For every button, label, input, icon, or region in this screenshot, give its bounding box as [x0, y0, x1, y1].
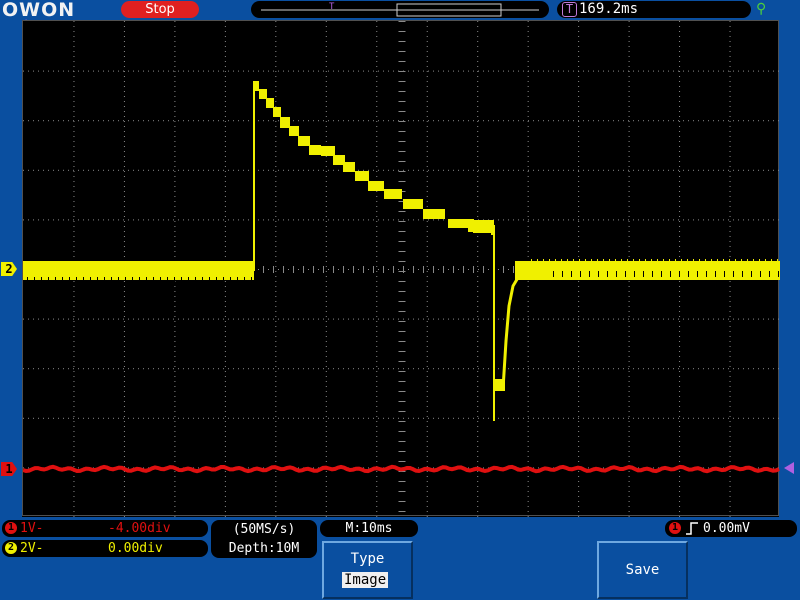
save-softkey-label: Save: [625, 562, 660, 578]
trigger-level-value: 0.00mV: [703, 521, 750, 536]
sample-rate: (50MS/s): [232, 522, 296, 537]
ch2-badge: 2: [5, 542, 17, 554]
ch2-trace-step: [266, 98, 274, 108]
memory-depth: Depth:10M: [228, 541, 300, 556]
ch2-trace-falling-edge: [493, 226, 495, 421]
top-status-bar: OWON Stop T T 169.2ms ⚲: [0, 0, 800, 21]
bottom-panel: 1 1V- -4.00div 2 2V- 0.00div (50MS/s) De…: [0, 517, 800, 600]
ch2-trace-step: [259, 89, 267, 99]
ch2-info[interactable]: 2 2V- 0.00div: [2, 540, 208, 557]
timeline-trigger-marker: T: [329, 2, 335, 12]
ch1-volts: 1V-: [20, 521, 44, 536]
ch2-offset: 0.00div: [108, 541, 163, 556]
waveform-canvas: [23, 21, 780, 517]
type-softkey-value: Image: [342, 572, 389, 588]
type-softkey[interactable]: Type Image: [322, 541, 413, 599]
ch1-info[interactable]: 1 1V- -4.00div: [2, 520, 208, 537]
trigger-position-value: 169.2ms: [579, 1, 639, 17]
ch2-trace-baseline-right: [515, 261, 780, 280]
ch2-trace-rising-edge: [253, 81, 255, 271]
ch2-trace-step: [298, 136, 310, 146]
ch2-trace-baseline-left: [23, 261, 254, 280]
trigger-position-readout: T 169.2ms: [557, 1, 751, 18]
ch2-trace-step: [403, 199, 423, 209]
waveform-display[interactable]: [22, 20, 780, 517]
ch2-trace-step: [368, 181, 384, 191]
ch2-trace-step: [309, 145, 321, 155]
timebase-readout[interactable]: M:10ms: [320, 520, 418, 537]
right-rail: [779, 20, 800, 518]
ch2-trace-step: [253, 81, 259, 91]
ch2-trace-plateau: [468, 220, 494, 232]
memory-timeline[interactable]: T: [251, 1, 549, 18]
ch2-trace-step: [355, 171, 369, 181]
usb-icon: ⚲: [756, 1, 767, 17]
brand-logo: OWON: [2, 0, 76, 21]
trigger-level-marker-icon[interactable]: [784, 462, 794, 474]
type-softkey-label: Type: [350, 551, 385, 567]
ch2-trace-step: [280, 117, 290, 128]
trigger-info[interactable]: 1 0.00mV: [665, 520, 797, 537]
rising-edge-icon: [685, 520, 699, 542]
save-softkey[interactable]: Save: [597, 541, 688, 599]
ch2-trace-step: [273, 107, 281, 117]
ch2-trace-recovery: [501, 269, 529, 390]
trigger-time-icon: T: [562, 2, 577, 17]
ch2-trace-step: [289, 126, 299, 136]
ch1-trace: [23, 464, 780, 474]
acquisition-info: (50MS/s) Depth:10M: [211, 520, 317, 558]
ch2-trace-step: [384, 189, 402, 199]
trigger-source-badge: 1: [669, 522, 681, 534]
ch2-volts: 2V-: [20, 541, 44, 556]
ch2-trace-step: [423, 209, 445, 219]
ch2-trace-step: [321, 146, 335, 156]
timeline-graphic: T: [261, 2, 539, 17]
ch2-trace-step: [343, 162, 355, 172]
run-stop-indicator[interactable]: Stop: [121, 1, 199, 18]
ch1-offset: -4.00div: [108, 521, 171, 536]
ch1-badge: 1: [5, 522, 17, 534]
